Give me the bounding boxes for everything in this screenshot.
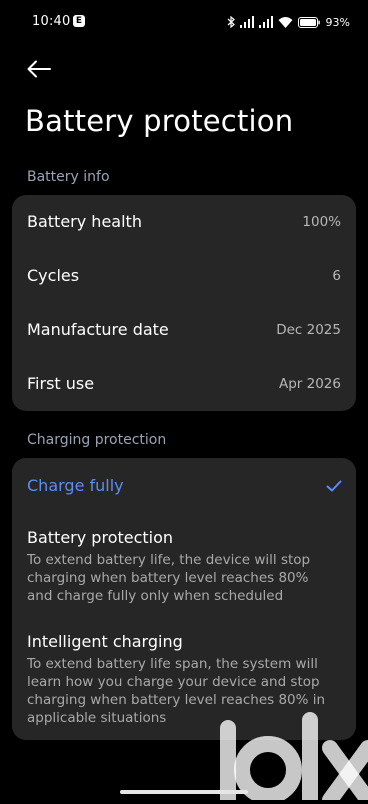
battery-health-value: 100% xyxy=(302,214,341,230)
option-charge-fully-title: Charge fully xyxy=(27,476,124,495)
page-title: Battery protection xyxy=(25,104,294,138)
status-time: 10:40 xyxy=(32,14,71,29)
option-charge-fully[interactable]: Charge fully xyxy=(12,458,356,514)
option-battery-protection-description: To extend battery life, the device will … xyxy=(27,552,311,604)
section-header-battery-info: Battery info xyxy=(27,169,110,185)
option-battery-protection[interactable]: Battery protection To extend battery lif… xyxy=(12,514,356,620)
home-indicator[interactable] xyxy=(120,790,248,794)
back-arrow-icon xyxy=(27,60,51,82)
battery-percent: 93% xyxy=(325,15,350,29)
first-use-value: Apr 2026 xyxy=(278,376,341,392)
manufacture-date-value: Dec 2025 xyxy=(276,322,341,338)
manufacture-date-row: Manufacture date Dec 2025 xyxy=(12,303,356,357)
battery-health-label: Battery health xyxy=(27,212,142,231)
charging-protection-card: Charge fully Battery protection To exten… xyxy=(12,458,356,740)
status-icons: 93% xyxy=(227,14,350,30)
check-icon xyxy=(326,477,342,496)
option-intelligent-charging-title: Intelligent charging xyxy=(27,632,183,651)
section-header-charging-protection: Charging protection xyxy=(27,432,167,448)
wifi-icon xyxy=(278,16,293,28)
first-use-label: First use xyxy=(27,374,95,393)
watermark-logo xyxy=(218,708,368,804)
bluetooth-icon xyxy=(227,16,235,28)
battery-icon xyxy=(297,16,320,28)
status-bar: 10:40 E 93% xyxy=(0,0,368,44)
back-button[interactable] xyxy=(26,58,52,84)
cycles-row: Cycles 6 xyxy=(12,249,356,303)
signal-icon-2 xyxy=(258,16,273,28)
signal-icon xyxy=(239,16,254,28)
option-battery-protection-title: Battery protection xyxy=(27,528,174,547)
battery-info-card: Battery health 100% Cycles 6 Manufacture… xyxy=(12,195,356,411)
notification-badge-icon: E xyxy=(73,15,85,27)
cycles-value: 6 xyxy=(332,268,341,284)
cycles-label: Cycles xyxy=(27,266,80,285)
battery-health-row: Battery health 100% xyxy=(12,195,356,249)
first-use-row: First use Apr 2026 xyxy=(12,357,356,411)
manufacture-date-label: Manufacture date xyxy=(27,320,169,339)
